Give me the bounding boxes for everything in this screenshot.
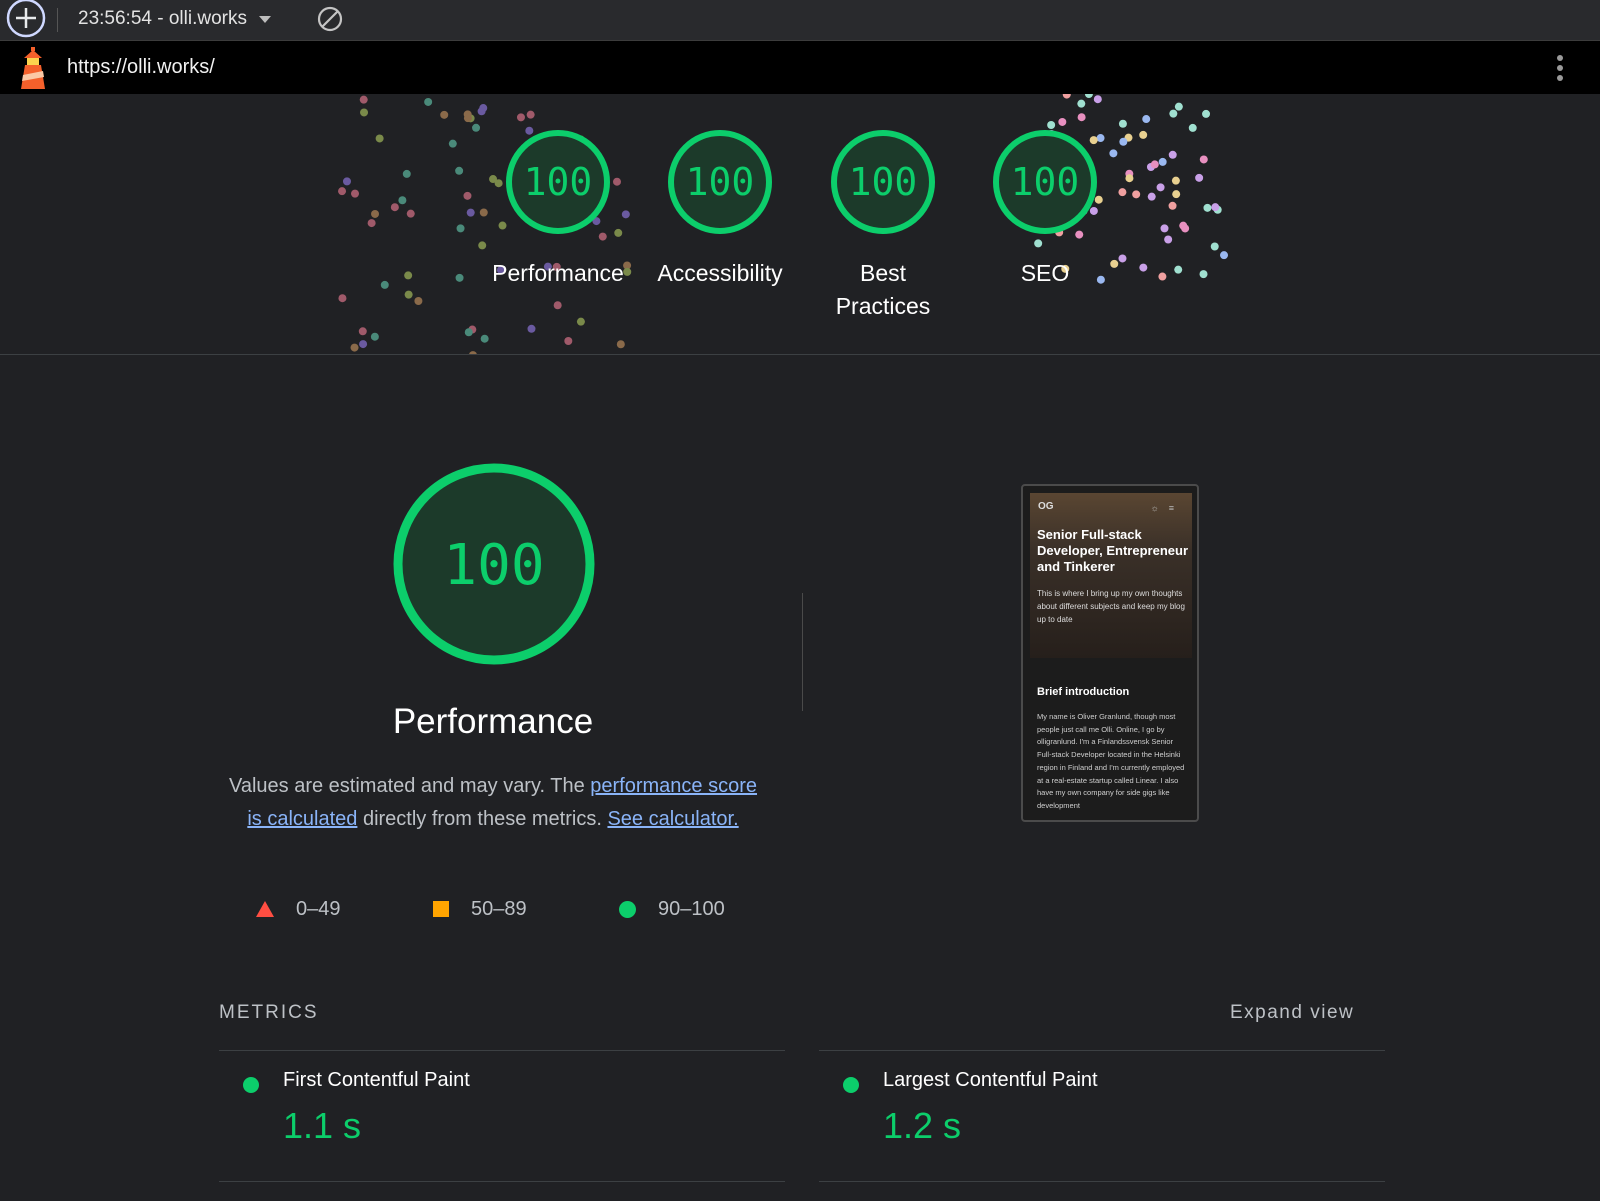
- gauge-score: 100: [686, 160, 755, 204]
- thumbnail-section-body: My name is Oliver Granlund, though most …: [1037, 712, 1185, 810]
- report-selector-label: 23:56:54 - olli.works: [78, 8, 247, 29]
- legend-pass: 90–100: [619, 894, 725, 924]
- legend-average: 50–89: [433, 894, 527, 924]
- performance-score: 100: [443, 533, 544, 598]
- gauge-label: SEO: [1020, 260, 1070, 286]
- see-calculator-link[interactable]: See calculator.: [607, 808, 738, 830]
- legend-range: 90–100: [658, 897, 725, 920]
- metric-first-contentful-paint: First Contentful Paint 1.1 s: [219, 1045, 785, 1177]
- thumbnail-intro: This is where I bring up my own thoughts…: [1037, 589, 1185, 624]
- devtools-toolbar: 23:56:54 - olli.works: [0, 0, 1600, 41]
- thumbnail-headline: Senior Full-stack Developer, Entrepreneu…: [1037, 527, 1188, 574]
- square-average-icon: [433, 901, 449, 917]
- toolbar-separator: [57, 8, 58, 32]
- performance-gauge: 100: [393, 463, 595, 665]
- metric-name: First Contentful Paint: [283, 1069, 470, 1091]
- metric-largest-contentful-paint: Largest Contentful Paint 1.2 s: [819, 1045, 1385, 1177]
- scores-header: 100 Performance 100 Accessibility 100 Be…: [0, 94, 1600, 355]
- gauge-score: 100: [849, 160, 918, 204]
- clear-reports-icon[interactable]: [316, 5, 344, 33]
- gauge-label: Best Practices: [835, 260, 931, 319]
- more-options-icon[interactable]: [1553, 52, 1567, 84]
- performance-description: Values are estimated and may vary. The p…: [228, 770, 758, 836]
- confetti-decoration: [338, 94, 1229, 354]
- plus-circle-icon: [6, 0, 46, 38]
- score-gauge-best-practices[interactable]: 100 Best Practices: [808, 127, 958, 323]
- metric-pass-icon: [843, 1077, 859, 1093]
- description-text: Values are estimated and may vary. The: [228, 775, 591, 797]
- vertical-divider: [802, 593, 803, 711]
- score-gauge-accessibility[interactable]: 100 Accessibility: [645, 127, 795, 290]
- expand-view-button[interactable]: Expand view: [1230, 1002, 1354, 1024]
- gauge-ring-icon: 100: [506, 130, 610, 234]
- score-gauge-performance[interactable]: 100 Performance: [483, 127, 633, 290]
- metric-pass-icon: [243, 1077, 259, 1093]
- metric-divider: [819, 1181, 1385, 1182]
- score-gauge-seo[interactable]: 100 SEO: [970, 127, 1120, 290]
- thumbnail-menu-icon: ☼≡: [1150, 503, 1184, 513]
- metric-value: 1.1 s: [283, 1105, 362, 1146]
- circle-pass-icon: [619, 900, 636, 918]
- caret-down-icon: [258, 15, 271, 23]
- triangle-fail-icon: [256, 901, 274, 917]
- gauge-score: 100: [1011, 160, 1080, 204]
- final-screenshot-thumbnail[interactable]: OG ☼≡ Senior Full-stack Developer, Entre…: [1021, 484, 1199, 822]
- gauge-ring-icon: 100: [993, 130, 1097, 234]
- score-scale-legend: 0–49 50–89 90–100: [256, 894, 756, 924]
- metric-divider: [219, 1181, 785, 1182]
- gauge-ring-icon: 100: [668, 130, 772, 234]
- report-url[interactable]: https://olli.works/: [67, 41, 215, 94]
- gauge-score: 100: [524, 160, 593, 204]
- legend-range: 50–89: [471, 897, 527, 920]
- report-url-bar: https://olli.works/: [0, 41, 1600, 94]
- gauge-ring-icon: 100: [831, 130, 935, 234]
- metric-name: Largest Contentful Paint: [883, 1069, 1098, 1091]
- metrics-title: METRICS: [219, 1002, 319, 1023]
- legend-fail: 0–49: [256, 894, 341, 924]
- thumbnail-section-title: Brief introduction: [1037, 686, 1130, 698]
- performance-title: Performance: [392, 702, 594, 741]
- legend-range: 0–49: [296, 897, 341, 920]
- performance-section: 100 Performance Values are estimated and…: [0, 355, 1600, 1201]
- description-text: directly from these metrics.: [357, 808, 608, 830]
- thumbnail-hero: OG ☼≡ Senior Full-stack Developer, Entre…: [1030, 493, 1192, 658]
- gauge-label: Accessibility: [657, 260, 783, 286]
- report-selector[interactable]: 23:56:54 - olli.works: [78, 0, 271, 38]
- lighthouse-logo-icon: [21, 47, 45, 89]
- add-report-button[interactable]: [4, 0, 48, 38]
- thumbnail-logo: OG: [1038, 501, 1054, 512]
- gauge-label: Performance: [492, 260, 624, 286]
- metric-value: 1.2 s: [883, 1105, 962, 1146]
